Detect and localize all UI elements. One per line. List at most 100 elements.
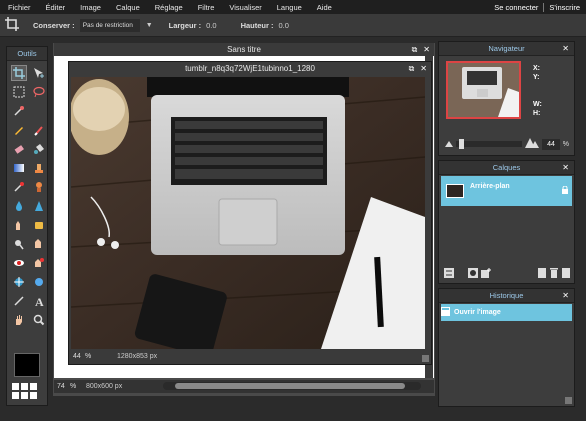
crop-tool-icon[interactable]	[11, 65, 27, 81]
sponge-tool-icon[interactable]	[31, 217, 47, 233]
close-icon[interactable]: ✕	[562, 289, 569, 303]
pencil-tool-icon[interactable]	[11, 122, 27, 138]
bucket-tool-icon[interactable]	[31, 141, 47, 157]
h-label: H:	[533, 110, 541, 117]
maximize-icon[interactable]: ⧉	[412, 43, 418, 56]
text-tool-icon[interactable]: A	[31, 293, 47, 309]
zoom-slider-knob[interactable]	[459, 139, 464, 149]
layer-row[interactable]: Arrière-plan	[441, 176, 572, 206]
zoom-tool-icon[interactable]	[31, 312, 47, 328]
gradient-tool-icon[interactable]	[11, 160, 27, 176]
eraser-tool-icon[interactable]	[11, 141, 27, 157]
history-item-label: Ouvrir l'image	[454, 309, 501, 316]
svg-text:A: A	[35, 295, 44, 307]
image-status-bar: 44 % 1280x853 px	[69, 349, 431, 364]
menu-aide[interactable]: Aide	[309, 3, 339, 12]
dodge-tool-icon[interactable]	[11, 236, 27, 252]
layer-thumbnail	[446, 184, 464, 198]
history-item[interactable]: Ouvrir l'image	[441, 304, 572, 321]
document-tab: Sans titre ⧉ ✕	[54, 43, 434, 56]
image-title: tumblr_n8q3q72WjE1tubinno1_1280	[185, 64, 315, 73]
smudge-tool-icon[interactable]	[11, 217, 27, 233]
close-icon[interactable]: ✕	[420, 62, 427, 75]
line-tool-icon[interactable]	[11, 293, 27, 309]
blur-tool-icon[interactable]	[11, 198, 27, 214]
menu-separator	[543, 2, 545, 12]
horizontal-scrollbar[interactable]	[163, 382, 421, 390]
hauteur-input[interactable]: 0.0	[279, 21, 289, 30]
menu-langue[interactable]: Langue	[269, 3, 309, 12]
layer-menu-icon[interactable]	[562, 268, 570, 280]
tools-title: Outils	[7, 47, 47, 61]
document-zoom[interactable]: 74	[54, 383, 70, 390]
layer-settings-icon[interactable]	[444, 268, 454, 280]
drawing-tool-icon[interactable]	[31, 274, 47, 290]
move-tool-icon[interactable]	[31, 65, 47, 81]
chevron-down-icon[interactable]: ▼	[146, 22, 153, 29]
menu-visualiser[interactable]: Visualiser	[221, 3, 268, 12]
conserver-select[interactable]: Pas de restriction	[79, 18, 140, 32]
healing-tool-icon[interactable]	[31, 179, 47, 195]
picker-tool-icon[interactable]	[11, 179, 27, 195]
layer-name: Arrière-plan	[470, 182, 510, 190]
zoom-in-icon[interactable]	[525, 138, 540, 150]
menu-editer[interactable]: Éditer	[38, 3, 73, 12]
lock-icon[interactable]	[562, 185, 568, 196]
image-window: tumblr_n8q3q72WjE1tubinno1_1280 ⧉ ✕ 44 %…	[68, 61, 432, 365]
zoom-input[interactable]: 44	[542, 138, 560, 150]
close-icon[interactable]: ✕	[562, 42, 569, 56]
crop-icon	[5, 17, 23, 33]
duplicate-layer-icon[interactable]	[538, 268, 546, 280]
image-size: 1280x853 px	[117, 353, 158, 360]
zoom-out-icon[interactable]	[445, 140, 453, 149]
layers-title: Calques	[492, 163, 521, 172]
lasso-tool-icon[interactable]	[31, 84, 47, 100]
scrollbar-thumb[interactable]	[175, 383, 405, 389]
resize-handle[interactable]	[422, 355, 429, 362]
redeye-tool-icon[interactable]	[11, 255, 27, 271]
swatch-grid[interactable]	[12, 383, 37, 399]
w-label: W:	[533, 101, 542, 108]
maximize-icon[interactable]: ⧉	[409, 62, 415, 75]
marquee-tool-icon[interactable]	[11, 84, 27, 100]
zoom-unit: %	[562, 140, 569, 148]
color-swatch[interactable]	[14, 353, 40, 377]
largeur-input[interactable]: 0.0	[206, 21, 216, 30]
close-icon[interactable]: ✕	[423, 43, 430, 56]
document-title: Sans titre	[227, 45, 261, 54]
conserver-label: Conserver :	[33, 20, 75, 30]
image-zoom-unit: %	[85, 353, 92, 360]
menu-filtre[interactable]: Filtre	[190, 3, 222, 12]
document-size: 800x600 px	[86, 383, 123, 390]
hauteur-label: Hauteur :	[240, 20, 274, 30]
history-title: Historique	[489, 291, 524, 300]
login-link[interactable]: Se connecter	[494, 3, 538, 12]
pinch-tool-icon[interactable]	[11, 274, 27, 290]
new-layer-icon[interactable]	[481, 268, 491, 280]
sharpen-tool-icon[interactable]	[31, 198, 47, 214]
photo-laptop[interactable]	[71, 77, 425, 349]
resize-handle[interactable]	[565, 397, 572, 404]
burn-tool-icon[interactable]	[31, 236, 47, 252]
document-zoom-unit: %	[70, 383, 77, 390]
magic-wand-icon[interactable]	[11, 103, 27, 119]
hand-tool-icon[interactable]	[11, 312, 27, 328]
register-link[interactable]: S'inscrire	[549, 3, 580, 12]
close-icon[interactable]: ✕	[562, 161, 569, 175]
menu-reglage[interactable]: Réglage	[147, 3, 190, 12]
menubar: Fichier Éditer Image Calque Réglage Filt…	[0, 0, 586, 14]
menu-calque[interactable]: Calque	[108, 3, 147, 12]
layer-mask-icon[interactable]	[468, 268, 478, 280]
menu-image[interactable]: Image	[72, 3, 108, 12]
largeur-label: Largeur :	[168, 20, 202, 30]
brush-tool-icon[interactable]	[31, 122, 47, 138]
zoom-slider[interactable]	[456, 139, 523, 149]
menu-fichier[interactable]: Fichier	[0, 3, 38, 12]
stamp-tool-icon[interactable]	[31, 160, 47, 176]
image-zoom[interactable]: 44	[69, 353, 85, 360]
bloat-tool-icon[interactable]	[31, 255, 47, 271]
x-label: X:	[533, 65, 540, 72]
navigator-thumbnail[interactable]	[446, 61, 521, 119]
open-image-icon	[441, 307, 450, 318]
trash-icon[interactable]	[550, 268, 558, 280]
